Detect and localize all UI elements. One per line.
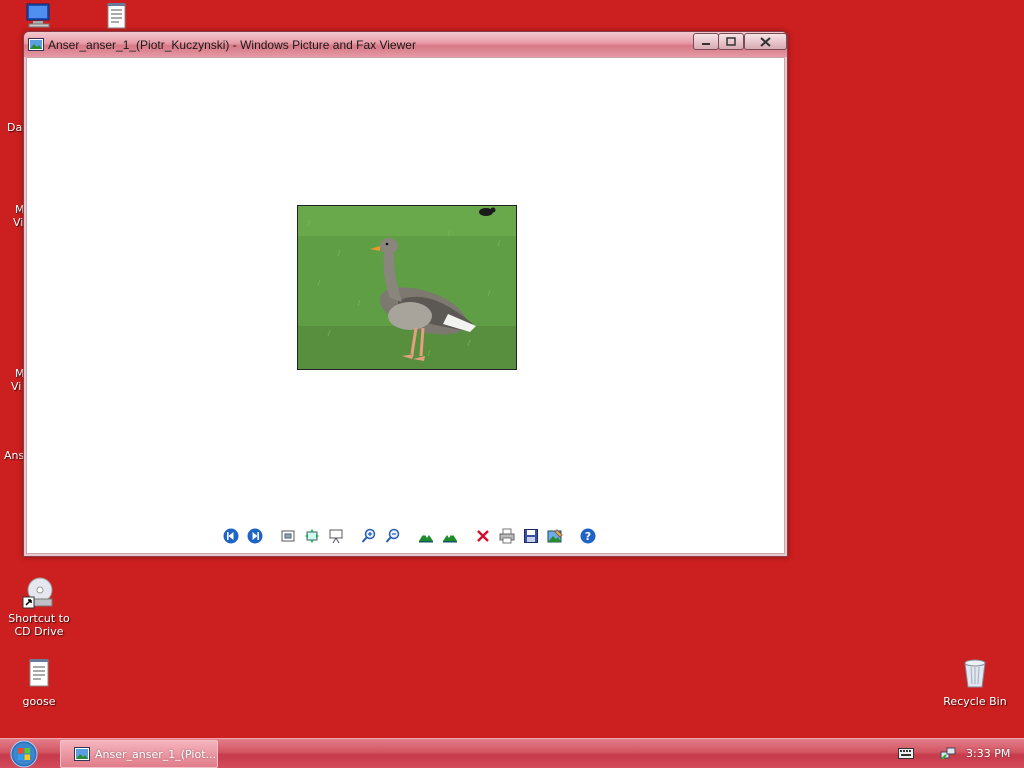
delete-icon (477, 530, 489, 542)
minimize-icon (702, 42, 710, 45)
window-title: Anser_anser_1_(Piotr_Kuczynski) - Window… (48, 38, 416, 52)
edit-image-button[interactable] (546, 527, 564, 545)
close-icon (760, 36, 771, 47)
clock[interactable]: 3:33 PM (966, 747, 1010, 760)
zoom-in-button[interactable] (360, 527, 378, 545)
desktop-icon-label: goose (22, 695, 56, 708)
previous-image-button[interactable] (222, 527, 240, 545)
print-button[interactable] (498, 527, 516, 545)
desktop-icon-label: Shortcut to CD Drive (8, 612, 70, 638)
desktop-label-partial: Da (7, 121, 23, 134)
save-icon (524, 529, 538, 543)
desktop-label-partial: Vi (13, 216, 24, 229)
best-fit-button[interactable] (279, 527, 297, 545)
picture-viewer-window[interactable]: Anser_anser_1_(Piotr_Kuczynski) - Window… (23, 31, 788, 557)
desktop-label-partial: Ans (4, 449, 25, 462)
start-button[interactable] (9, 740, 39, 768)
taskbar: Anser_anser_1_(Piot... 3:33 PM (0, 738, 1024, 768)
displayed-photo[interactable] (297, 205, 517, 370)
slideshow-icon (329, 529, 343, 544)
maximize-icon (726, 36, 736, 46)
title-bar[interactable]: Anser_anser_1_(Piotr_Kuczynski) - Window… (24, 32, 787, 57)
minimize-button[interactable] (693, 33, 719, 50)
desktop-icon-cd-drive[interactable]: Shortcut to CD Drive (1, 576, 77, 638)
help-button[interactable]: ? (579, 527, 597, 545)
recycle-bin-icon (964, 659, 986, 688)
image-viewport[interactable]: ? (26, 57, 785, 554)
desktop-icon-recycle-bin[interactable]: Recycle Bin (937, 657, 1013, 708)
help-icon: ? (580, 528, 596, 544)
keyboard-icon[interactable] (898, 748, 914, 759)
cd-drive-icon (22, 577, 53, 609)
edit-image-icon (547, 529, 563, 543)
text-document-icon (29, 659, 49, 687)
desktop-label-partial: Vi (11, 380, 22, 393)
next-image-button[interactable] (246, 527, 264, 545)
desktop-icon-goose[interactable]: goose (1, 657, 77, 708)
my-computer-icon[interactable] (24, 2, 54, 30)
slideshow-button[interactable] (327, 527, 345, 545)
zoom-out-button[interactable] (384, 527, 402, 545)
viewer-toolbar: ? (222, 527, 602, 549)
save-button[interactable] (522, 527, 540, 545)
svg-text:?: ? (585, 530, 591, 543)
delete-button[interactable] (474, 527, 492, 545)
rotate-clockwise-button[interactable] (417, 527, 435, 545)
next-icon (247, 528, 263, 544)
previous-icon (223, 528, 239, 544)
taskbar-item-picture-viewer[interactable]: Anser_anser_1_(Piot... (60, 740, 218, 768)
actual-size-button[interactable] (303, 527, 321, 545)
start-orb-icon (10, 740, 38, 768)
picture-viewer-app-icon (28, 38, 44, 51)
taskbar-item-label: Anser_anser_1_(Piot... (95, 747, 217, 761)
network-icon[interactable] (940, 746, 956, 760)
text-document-icon[interactable] (106, 2, 128, 30)
print-icon (499, 528, 515, 544)
zoom-in-icon (361, 528, 376, 543)
picture-viewer-app-icon (74, 747, 90, 761)
rotate-clockwise-icon (419, 533, 433, 543)
best-fit-icon (281, 530, 295, 542)
close-button[interactable] (744, 33, 787, 50)
actual-size-icon (305, 529, 319, 543)
rotate-counterclockwise-button[interactable] (441, 527, 459, 545)
zoom-out-icon (385, 528, 400, 543)
rotate-counterclockwise-icon (443, 533, 457, 543)
desktop-icon-label: Recycle Bin (943, 695, 1007, 708)
maximize-button[interactable] (718, 33, 744, 50)
